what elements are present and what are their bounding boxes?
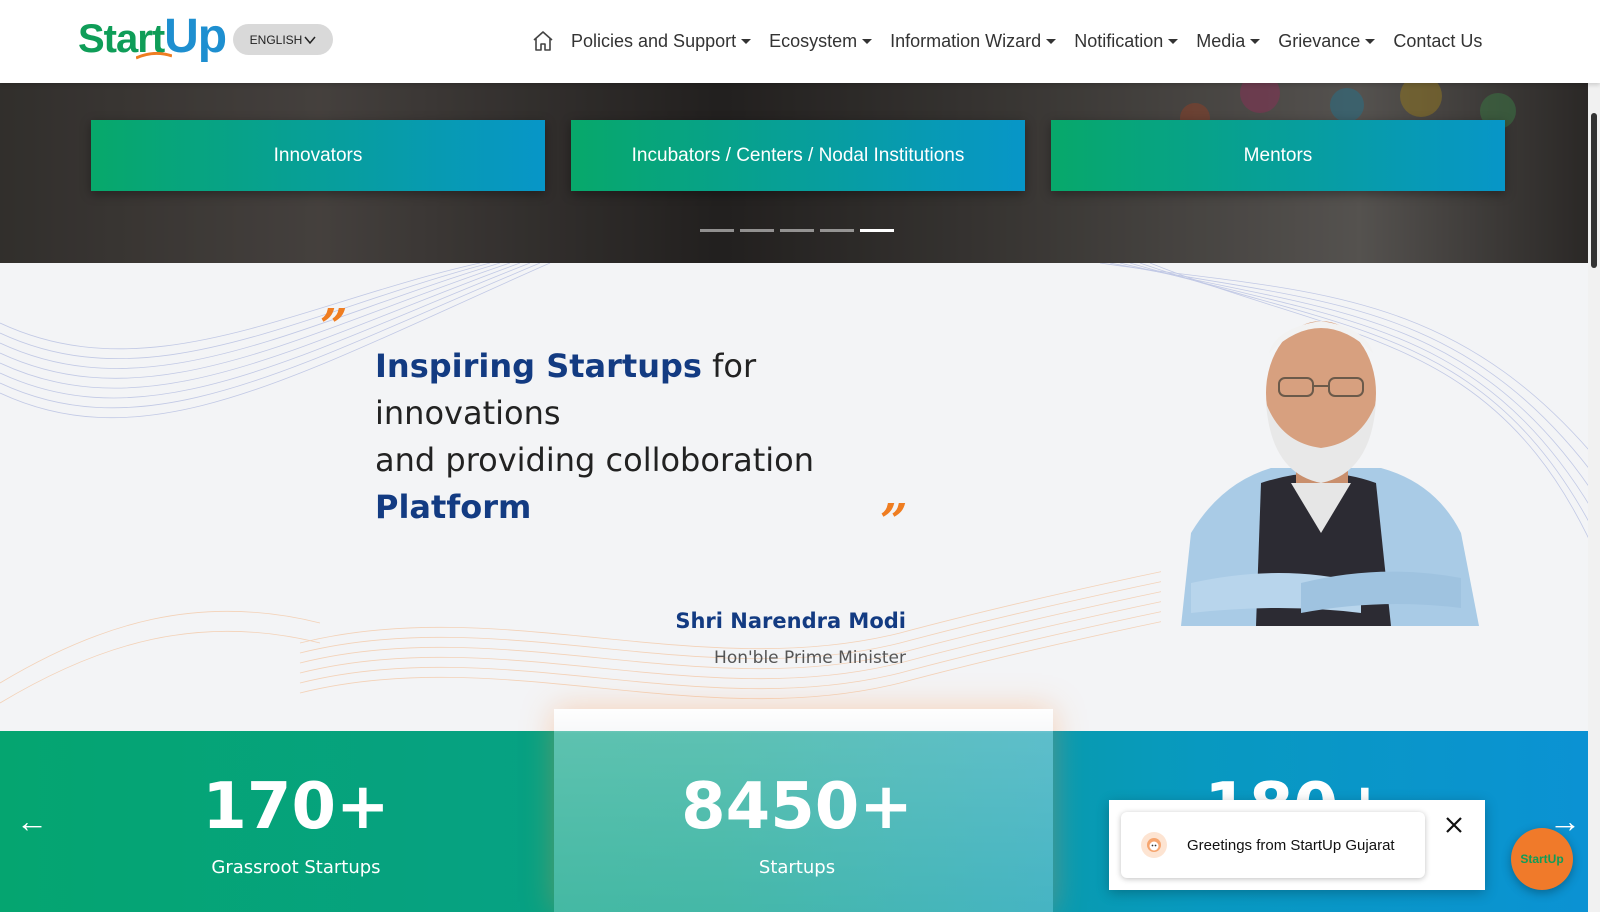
speaker-role: Hon'ble Prime Minister bbox=[714, 648, 906, 668]
stat-value: 8450+ bbox=[681, 770, 913, 844]
carousel-indicator[interactable] bbox=[700, 229, 734, 232]
chat-launcher-label: StartUp bbox=[1520, 852, 1564, 866]
hero-carousel: Innovators Incubators / Centers / Nodal … bbox=[0, 83, 1600, 263]
quote-line1-rest: for bbox=[701, 347, 757, 385]
nav-label: Contact Us bbox=[1393, 30, 1483, 51]
chat-avatar-icon bbox=[1141, 832, 1167, 858]
nav-item-grievance[interactable]: Grievance bbox=[1278, 30, 1376, 52]
close-quote-icon: ” bbox=[880, 494, 908, 550]
stat-startups: 8450+ Startups bbox=[547, 771, 1047, 878]
caret-down-icon bbox=[1168, 38, 1179, 44]
caret-down-icon bbox=[1046, 38, 1057, 44]
stat-label: Grassroot Startups bbox=[211, 857, 381, 878]
language-selector[interactable]: ENGLISH bbox=[233, 24, 333, 55]
quote-highlight: Inspiring Startups bbox=[375, 347, 702, 385]
chat-popup: Greetings from StartUp Gujarat bbox=[1109, 800, 1485, 890]
nav-item-policies[interactable]: Policies and Support bbox=[571, 30, 752, 52]
carousel-indicator[interactable] bbox=[740, 229, 774, 232]
home-icon bbox=[533, 31, 553, 51]
incubators-button[interactable]: Incubators / Centers / Nodal Institution… bbox=[571, 120, 1025, 191]
close-icon[interactable] bbox=[1443, 814, 1465, 836]
nav-label: Media bbox=[1196, 30, 1246, 51]
open-quote-icon: ” bbox=[320, 299, 348, 355]
caret-down-icon bbox=[1365, 38, 1376, 44]
nav-item-notification[interactable]: Notification bbox=[1074, 30, 1179, 52]
nav-label: Policies and Support bbox=[571, 30, 737, 51]
nav-label: Notification bbox=[1074, 30, 1164, 51]
pm-quote-section: ” Inspiring Startups for innovations and… bbox=[0, 263, 1600, 731]
main-nav: Policies and Support Ecosystem Informati… bbox=[532, 26, 1482, 56]
prime-minister-portrait bbox=[1161, 321, 1491, 626]
caret-down-icon bbox=[1250, 38, 1261, 44]
quote-line4-highlight: Platform bbox=[375, 488, 532, 526]
nav-label: Ecosystem bbox=[769, 30, 858, 51]
nav-item-information-wizard[interactable]: Information Wizard bbox=[890, 30, 1057, 52]
quote-line3: and providing colloboration bbox=[375, 441, 814, 479]
carousel-indicator[interactable] bbox=[820, 229, 854, 232]
mentors-button[interactable]: Mentors bbox=[1051, 120, 1505, 191]
logo-swoosh-icon bbox=[136, 52, 172, 60]
nav-item-ecosystem[interactable]: Ecosystem bbox=[769, 30, 873, 52]
chevron-down-icon bbox=[304, 36, 316, 44]
language-label: ENGLISH bbox=[249, 32, 303, 47]
nav-item-contact-us[interactable]: Contact Us bbox=[1393, 31, 1482, 52]
chat-greeting-text: Greetings from StartUp Gujarat bbox=[1187, 836, 1395, 854]
quote-line2: innovations bbox=[375, 394, 561, 432]
startup-logo[interactable]: Start Up bbox=[78, 10, 227, 63]
site-header: Start Up ENGLISH Policies and Support Ec… bbox=[0, 0, 1600, 83]
nav-label: Grievance bbox=[1278, 30, 1361, 51]
carousel-indicators bbox=[700, 229, 894, 232]
nav-item-media[interactable]: Media bbox=[1196, 30, 1261, 52]
page-scrollbar[interactable] bbox=[1588, 83, 1600, 912]
carousel-indicator[interactable] bbox=[780, 229, 814, 232]
quote-text: Inspiring Startups for innovations and p… bbox=[375, 343, 855, 531]
chat-greeting-bubble[interactable]: Greetings from StartUp Gujarat bbox=[1121, 812, 1425, 878]
caret-down-icon bbox=[862, 38, 873, 44]
nav-home[interactable] bbox=[532, 29, 556, 53]
scrollbar-thumb[interactable] bbox=[1591, 113, 1597, 268]
chat-launcher-button[interactable]: StartUp bbox=[1511, 828, 1573, 890]
innovators-button[interactable]: Innovators bbox=[91, 120, 545, 191]
speaker-name: Shri Narendra Modi bbox=[675, 609, 906, 633]
stat-grassroot: 170+ Grassroot Startups bbox=[46, 771, 546, 878]
caret-down-icon bbox=[741, 38, 752, 44]
stat-label: Startups bbox=[758, 857, 836, 878]
stat-value: 170+ bbox=[202, 770, 390, 844]
logo-text-up: Up bbox=[164, 10, 227, 63]
carousel-indicator-active[interactable] bbox=[860, 229, 894, 232]
nav-label: Information Wizard bbox=[890, 30, 1042, 51]
